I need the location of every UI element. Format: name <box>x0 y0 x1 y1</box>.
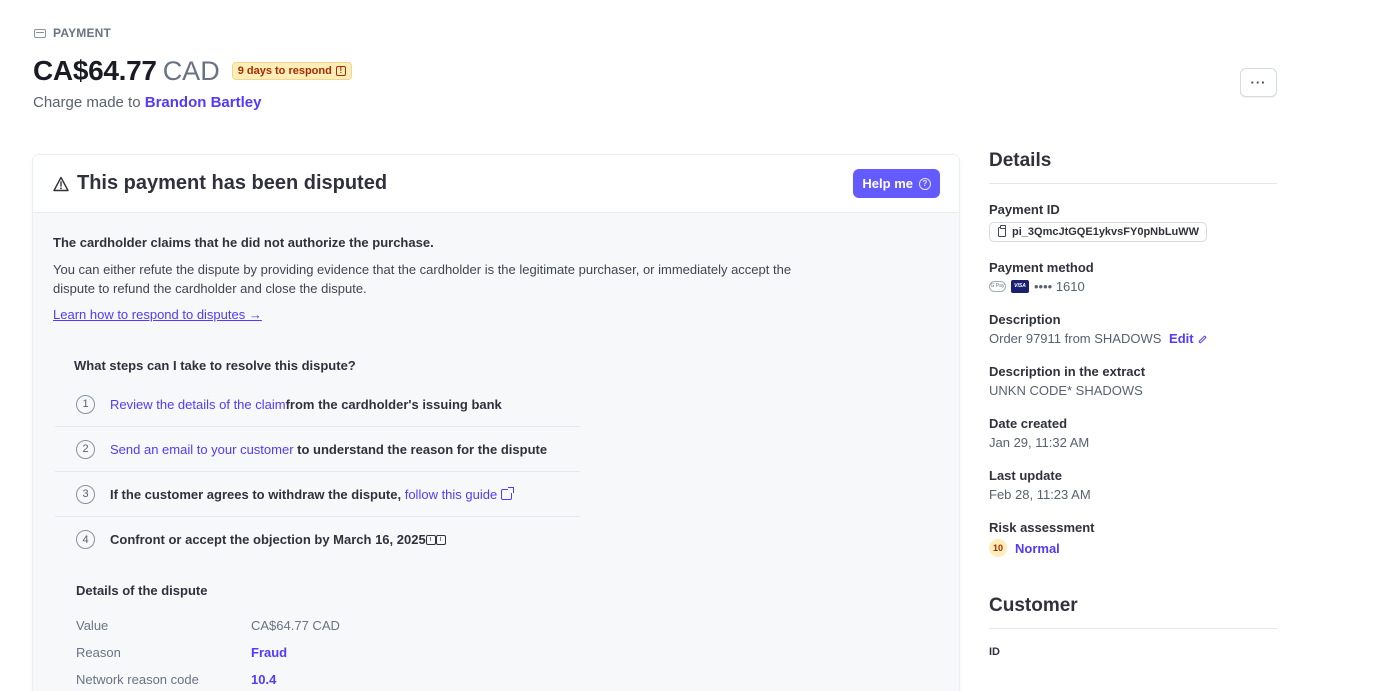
warning-icon <box>53 176 69 191</box>
steps-title: What steps can I take to resolve this di… <box>74 358 356 373</box>
step-item: 4 Confront or accept the objection by Ma… <box>55 517 580 562</box>
dispute-card: This payment has been disputed Help me ?… <box>33 155 959 691</box>
step-text: If the customer agrees to withdraw the d… <box>110 486 405 502</box>
step-number: 4 <box>76 530 95 549</box>
extract-field: Description in the extract UNKN CODE* SH… <box>989 364 1277 398</box>
edit-description-button[interactable]: Edit <box>1169 331 1207 346</box>
deadline-badge[interactable]: 9 days to respond ! <box>231 62 352 80</box>
payment-id-copy-button[interactable]: pi_3QmcJtGQE1ykvsFY0pNbLuWW <box>989 222 1208 242</box>
dispute-card-header: This payment has been disputed Help me ? <box>33 155 959 213</box>
risk-field: Risk assessment 10 Normal <box>989 520 1277 557</box>
detail-key: Network reason code <box>76 672 199 687</box>
field-label: Date created <box>989 416 1068 431</box>
payment-id-value: pi_3QmcJtGQE1ykvsFY0pNbLuWW <box>1012 226 1200 238</box>
dispute-detail-row: Network reason code 10.4 <box>76 672 276 687</box>
dispute-detail-row: Value CA$64.77 CAD <box>76 618 340 633</box>
pencil-icon <box>1197 335 1207 344</box>
payment-method-value: G Pay VISA •••• 1610 <box>989 279 1277 294</box>
reason-code-link[interactable]: 10.4 <box>251 672 276 687</box>
info-icon: ! <box>335 66 346 76</box>
more-actions-button[interactable]: ··· <box>1240 68 1277 97</box>
detail-value: CA$64.77 CAD <box>251 618 340 633</box>
help-me-label: Help me <box>862 176 913 191</box>
risk-score-badge: 10 <box>989 539 1007 557</box>
clipboard-icon <box>998 225 1006 237</box>
step-text: from the cardholder's issuing bank <box>285 396 502 412</box>
claim-title: The cardholder claims that he did not au… <box>53 235 434 250</box>
description-value: Order 97911 from SHADOWS Edit <box>989 331 1277 346</box>
step-text: Confront or accept the objection by Marc… <box>110 532 426 547</box>
external-link-icon <box>501 486 515 500</box>
description-text: Order 97911 from SHADOWS <box>989 331 1162 346</box>
field-label: Last update <box>989 468 1062 483</box>
step-text: to understand the reason for the dispute <box>293 441 548 457</box>
step-item: 3 If the customer agrees to withdraw the… <box>55 472 580 517</box>
charge-line: Charge made to Brandon Bartley <box>33 94 261 111</box>
dispute-title-text: This payment has been disputed <box>77 172 388 194</box>
detail-key: Reason <box>76 645 121 660</box>
details-sidebar: Details Payment ID pi_3QmcJtGQE1ykvsFY0p… <box>989 150 1277 658</box>
step-number: 1 <box>76 394 95 414</box>
payment-icon <box>34 28 46 38</box>
last-update-field: Last update Feb 28, 11:23 AM <box>989 468 1277 502</box>
page-eyebrow: PAYMENT <box>34 26 111 40</box>
payment-amount: CA$64.77 <box>33 55 157 86</box>
dispute-title: This payment has been disputed <box>53 172 387 195</box>
more-icon: ··· <box>1250 75 1267 90</box>
learn-disputes-link[interactable]: Learn how to respond to disputes → <box>53 307 262 322</box>
field-label: Description <box>989 312 1061 327</box>
field-label: Payment method <box>989 260 1094 275</box>
info-icon: i <box>435 534 446 545</box>
extract-value: UNKN CODE* SHADOWS <box>989 383 1143 398</box>
field-label: Payment ID <box>989 202 1060 217</box>
steps-list: 1 Review the details of the claim from th… <box>55 382 580 562</box>
customer-heading: Customer <box>989 595 1277 629</box>
description-field: Description Order 97911 from SHADOWS Edi… <box>989 312 1277 346</box>
last-update-value: Feb 28, 11:23 AM <box>989 487 1091 502</box>
step-item: 1 Review the details of the claim from th… <box>55 382 580 427</box>
follow-guide-link[interactable]: follow this guide <box>405 487 498 502</box>
dispute-details-title: Details of the dispute <box>76 583 208 598</box>
payment-method-field: Payment method G Pay VISA •••• 1610 <box>989 260 1277 294</box>
help-me-button[interactable]: Help me ? <box>853 169 940 198</box>
payment-currency: CAD <box>162 55 220 86</box>
eyebrow-label: PAYMENT <box>53 26 112 40</box>
reason-link[interactable]: Fraud <box>251 645 287 660</box>
edit-label: Edit <box>1169 331 1194 346</box>
step-item: 2 Send an email to your customer to unde… <box>55 427 580 472</box>
detail-key: Value <box>76 618 109 633</box>
email-customer-link[interactable]: Send an email to your customer <box>110 442 294 457</box>
date-created-value: Jan 29, 11:32 AM <box>989 435 1090 450</box>
deadline-badge-label: 9 days to respond <box>237 65 332 77</box>
claim-body: You can either refute the dispute by pro… <box>53 262 792 296</box>
visa-icon: VISA <box>1011 280 1029 293</box>
field-label: Risk assessment <box>989 520 1095 535</box>
step-number: 2 <box>76 439 95 459</box>
question-icon: ? <box>919 177 931 190</box>
info-icon: i <box>425 534 436 545</box>
card-last4: •••• 1610 <box>1034 279 1085 294</box>
google-pay-icon: G Pay <box>989 281 1006 292</box>
date-created-field: Date created Jan 29, 11:32 AM <box>989 416 1277 450</box>
risk-value[interactable]: 10 Normal <box>989 539 1277 557</box>
risk-level-link[interactable]: Normal <box>1015 541 1060 556</box>
amount-row: CA$64.77 CAD 9 days to respond ! <box>33 55 352 87</box>
payment-page: PAYMENT CA$64.77 CAD 9 days to respond !… <box>0 0 1400 691</box>
payment-id-field: Payment ID pi_3QmcJtGQE1ykvsFY0pNbLuWW <box>989 202 1277 242</box>
review-claim-link[interactable]: Review the details of the claim <box>110 397 286 412</box>
details-heading: Details <box>989 150 1277 184</box>
step-number: 3 <box>76 484 95 504</box>
dispute-detail-row: Reason Fraud <box>76 645 287 660</box>
customer-id-label: ID <box>989 646 1000 658</box>
customer-link[interactable]: Brandon Bartley <box>145 94 262 111</box>
field-label: Description in the extract <box>989 364 1146 379</box>
charge-prefix: Charge made to <box>33 94 145 111</box>
